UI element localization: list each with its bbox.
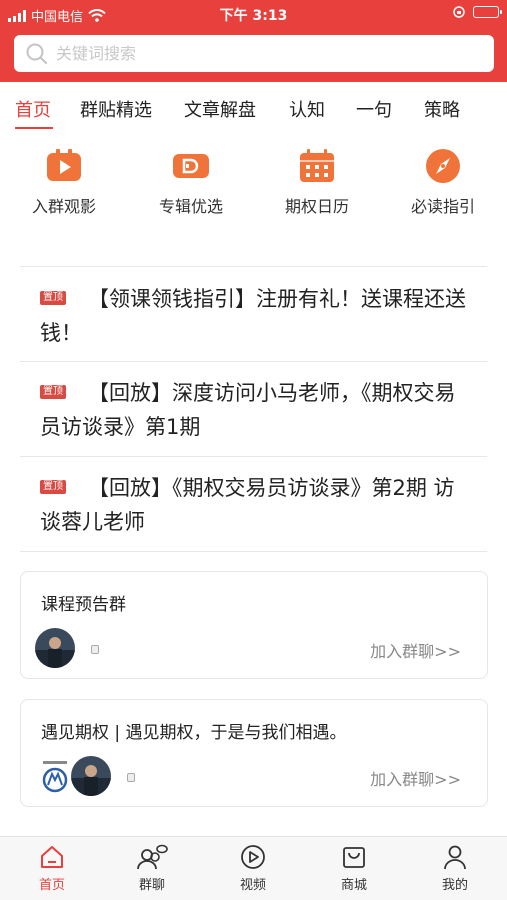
search-bar[interactable] bbox=[14, 35, 494, 72]
nav-label: 商城 bbox=[340, 878, 367, 893]
group-icon bbox=[91, 645, 99, 654]
tab-cognition[interactable]: 认知 bbox=[289, 96, 325, 122]
home-icon bbox=[41, 846, 63, 868]
nav-profile[interactable]: 我的 bbox=[415, 843, 495, 893]
divider bbox=[20, 456, 487, 457]
nav-group-chat[interactable]: 群聊 bbox=[112, 843, 192, 893]
pinned-badge: 置顶 bbox=[40, 480, 66, 494]
nav-label: 我的 bbox=[441, 878, 468, 893]
nav-shop[interactable]: 商城 bbox=[314, 843, 394, 893]
news-item[interactable]: 置顶 【领课领钱指引】注册有礼！送课程还送钱！ bbox=[40, 282, 470, 350]
search-icon bbox=[26, 43, 47, 64]
quick-link-album[interactable]: 专辑优选 bbox=[136, 148, 246, 217]
nav-label: 视频 bbox=[239, 878, 266, 893]
nav-label: 首页 bbox=[38, 878, 65, 893]
group-title: 课程预告群 bbox=[41, 595, 126, 615]
profile-icon bbox=[444, 845, 466, 870]
quick-link-group-video[interactable]: 入群观影 bbox=[9, 148, 119, 217]
nav-video[interactable]: 视频 bbox=[213, 843, 293, 893]
tab-strategy[interactable]: 策略 bbox=[424, 96, 460, 122]
quick-link-label: 专辑优选 bbox=[158, 197, 223, 216]
quick-link-label: 必读指引 bbox=[410, 197, 475, 216]
status-bar: 中国电信 下午 3:13 bbox=[0, 0, 507, 28]
pinned-badge: 置顶 bbox=[40, 291, 66, 305]
news-title: 【回放】《期权交易员访谈录》第2期 访谈蓉儿老师 bbox=[40, 476, 455, 534]
group-avatar bbox=[71, 756, 111, 796]
news-title: 【领课领钱指引】注册有礼！送课程还送钱！ bbox=[40, 287, 466, 345]
divider bbox=[20, 266, 487, 267]
tab-group-posts[interactable]: 群贴精选 bbox=[80, 96, 152, 122]
shop-icon bbox=[343, 847, 365, 868]
quick-link-guide[interactable]: 必读指引 bbox=[388, 148, 498, 217]
album-icon bbox=[173, 154, 209, 178]
join-group-button[interactable]: 加入群聊>> bbox=[370, 638, 461, 662]
group-avatar bbox=[35, 628, 75, 668]
group-title: 遇见期权 | 遇见期权，于是与我们相遇。 bbox=[41, 723, 347, 743]
tab-one-sentence[interactable]: 一句 bbox=[356, 96, 392, 122]
lock-rotation-icon bbox=[453, 6, 465, 18]
category-tabs: 首页 群贴精选 文章解盘 认知 一句 策略 bbox=[0, 82, 507, 130]
group-chat-icon bbox=[137, 844, 168, 870]
divider bbox=[20, 551, 487, 552]
pinned-badge: 置顶 bbox=[40, 385, 66, 399]
bottom-navigation: 首页 群聊 视频 商城 我的 bbox=[0, 836, 507, 900]
quick-link-label: 入群观影 bbox=[31, 197, 96, 216]
nav-home[interactable]: 首页 bbox=[12, 843, 92, 893]
play-icon bbox=[47, 149, 81, 181]
join-group-button[interactable]: 加入群聊>> bbox=[370, 766, 461, 790]
quick-link-calendar[interactable]: 期权日历 bbox=[262, 148, 372, 217]
calendar-icon bbox=[300, 149, 334, 182]
news-item[interactable]: 置顶 【回放】《期权交易员访谈录》第2期 访谈蓉儿老师 bbox=[40, 471, 470, 539]
group-icon bbox=[127, 773, 135, 782]
nav-label: 群聊 bbox=[138, 878, 165, 893]
group-card[interactable]: 课程预告群 加入群聊>> bbox=[20, 571, 488, 679]
search-input[interactable] bbox=[56, 44, 456, 63]
battery-icon bbox=[473, 6, 502, 18]
compass-icon bbox=[426, 149, 460, 183]
group-avatar bbox=[35, 756, 75, 796]
status-time: 下午 3:13 bbox=[219, 8, 288, 24]
news-item[interactable]: 置顶 【回放】深度访问小马老师，《期权交易员访谈录》第1期 bbox=[40, 376, 470, 444]
active-tab-indicator bbox=[15, 127, 53, 129]
tab-home[interactable]: 首页 bbox=[15, 96, 51, 122]
tab-articles[interactable]: 文章解盘 bbox=[184, 96, 256, 122]
group-card[interactable]: 遇见期权 | 遇见期权，于是与我们相遇。 加入群聊>> bbox=[20, 699, 488, 807]
video-icon bbox=[241, 845, 265, 869]
divider bbox=[20, 361, 487, 362]
app-header: 中国电信 下午 3:13 bbox=[0, 0, 507, 82]
news-title: 【回放】深度访问小马老师，《期权交易员访谈录》第1期 bbox=[40, 381, 456, 439]
quick-link-label: 期权日历 bbox=[284, 197, 349, 216]
